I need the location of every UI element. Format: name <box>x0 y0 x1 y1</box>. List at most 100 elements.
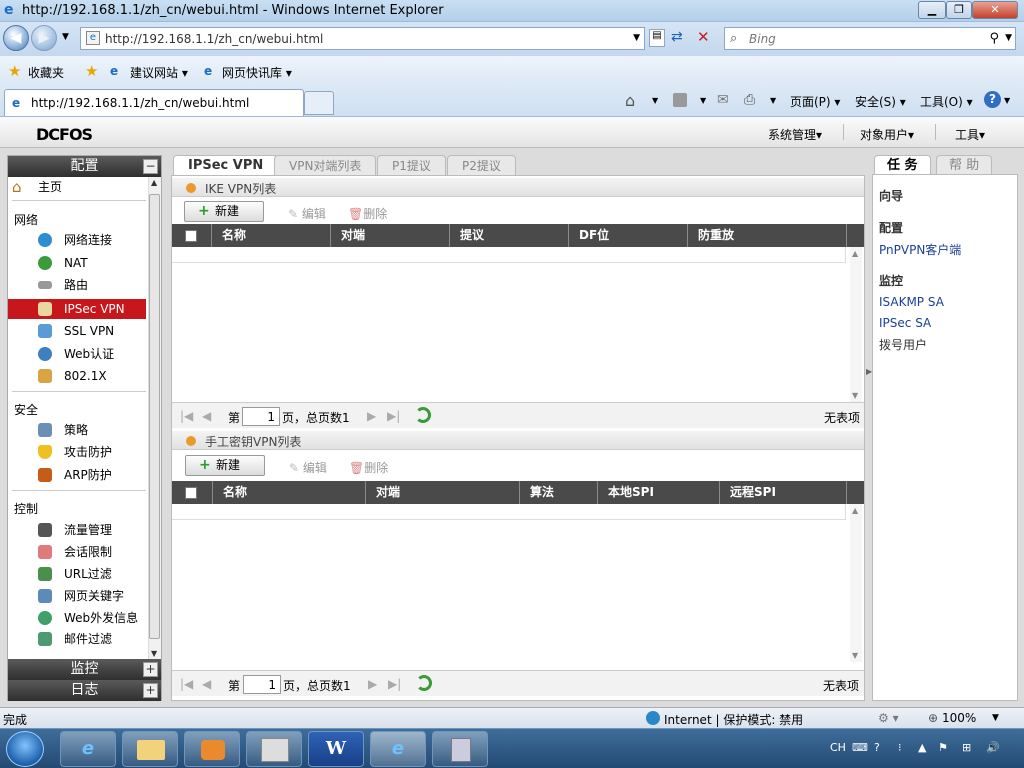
sidebar-item-home[interactable]: ⌂ 主页 <box>8 177 146 197</box>
sidebar-log-header[interactable]: 日志 + <box>8 680 161 701</box>
favorites-button[interactable]: 收藏夹 <box>28 64 64 81</box>
next-page-icon[interactable]: ▶ <box>368 677 377 691</box>
scroll-up-icon[interactable]: ▲ <box>151 178 157 187</box>
expand-icon[interactable]: + <box>143 662 158 677</box>
column-header-peer[interactable]: 对端 <box>331 224 450 247</box>
tab-vpn-peer-list[interactable]: VPN对端列表 <box>274 155 377 175</box>
taskbar-word-button[interactable]: W <box>308 731 364 767</box>
sidebar-scroll-thumb[interactable] <box>149 194 160 639</box>
select-all-checkbox[interactable] <box>185 230 197 242</box>
sidebar-item-ipsec-vpn[interactable]: IPSec VPN <box>8 299 146 319</box>
taskbar-app-button[interactable] <box>246 731 302 767</box>
collapse-icon[interactable]: − <box>143 159 158 174</box>
tab-help[interactable]: 帮 助 <box>936 155 993 174</box>
tab-p2-proposal[interactable]: P2提议 <box>447 155 516 175</box>
ike-delete-button[interactable]: 🗑删除 <box>348 205 387 222</box>
system-management-menu[interactable]: 系统管理▾ <box>768 126 822 143</box>
next-page-icon[interactable]: ▶ <box>367 409 376 423</box>
suggested-sites-link[interactable]: 建议网站 ▾ <box>130 64 188 81</box>
ipsec-sa-link[interactable]: IPSec SA <box>879 316 931 330</box>
print-icon[interactable]: ⎙ <box>744 92 755 108</box>
new-tab-button[interactable] <box>304 91 334 115</box>
pnpvpn-client-link[interactable]: PnPVPN客户端 <box>879 241 961 258</box>
security-zone-text[interactable]: Internet | 保护模式: 禁用 <box>664 711 803 728</box>
search-box[interactable]: ⌕ Bing ⚲ ▼ <box>724 27 1016 50</box>
sidebar-item-traffic-management[interactable]: 流量管理 <box>8 520 146 540</box>
back-button[interactable]: ◀ <box>3 25 29 51</box>
scroll-up-icon[interactable]: ▲ <box>852 249 858 258</box>
page-menu[interactable]: 页面(P) ▾ <box>790 93 840 110</box>
address-bar[interactable]: e http://192.168.1.1/zh_cn/webui.html ▼ <box>80 27 645 50</box>
protected-mode-icon[interactable]: ⚙ ▾ <box>878 711 899 725</box>
help-tray-icon[interactable]: ? <box>874 741 880 754</box>
manual-edit-button[interactable]: ✎ 编辑 <box>289 459 327 476</box>
stop-button[interactable]: ✕ <box>697 28 715 46</box>
tab-tasks[interactable]: 任 务 <box>874 155 931 174</box>
manual-table-scrollbar[interactable]: ▲ ▼ <box>850 504 862 662</box>
column-header-peer[interactable]: 对端 <box>366 481 520 504</box>
ike-table-scrollbar[interactable]: ▲ ▼ <box>850 247 862 402</box>
help-dropdown-icon[interactable]: ▼ <box>1004 96 1010 105</box>
sidebar-item-web-keyword[interactable]: 网页关键字 <box>8 586 146 606</box>
add-favorite-icon[interactable]: ★ <box>85 62 98 80</box>
refresh-icon[interactable] <box>416 675 432 691</box>
print-dropdown-icon[interactable]: ▼ <box>770 96 776 105</box>
column-header-name[interactable]: 名称 <box>213 481 366 504</box>
sidebar-item-arp-defense[interactable]: ARP防护 <box>8 465 146 485</box>
sidebar-item-nat[interactable]: NAT <box>8 253 146 273</box>
sidebar-config-header[interactable]: 配置 − <box>8 156 161 177</box>
column-header-name[interactable]: 名称 <box>212 224 331 247</box>
column-header-df-bit[interactable]: DF位 <box>569 224 688 247</box>
scroll-up-icon[interactable]: ▲ <box>852 506 858 515</box>
sidebar-item-policy[interactable]: 策略 <box>8 420 146 440</box>
scroll-down-icon[interactable]: ▼ <box>852 651 858 660</box>
tools-menu[interactable]: 工具(O) ▾ <box>920 93 973 110</box>
scroll-down-icon[interactable]: ▼ <box>151 649 157 658</box>
refresh-button[interactable]: ⇄ <box>671 29 689 47</box>
page-number-input[interactable]: 1 <box>243 675 281 694</box>
column-header-local-spi[interactable]: 本地SPI <box>598 481 720 504</box>
first-page-icon[interactable]: |◀ <box>180 409 193 423</box>
zoom-dropdown-icon[interactable]: ▼ <box>992 713 999 723</box>
sidebar-item-attack-defense[interactable]: 攻击防护 <box>8 442 146 462</box>
prev-page-icon[interactable]: ◀ <box>202 677 211 691</box>
sidebar-item-routing[interactable]: 路由 <box>8 275 146 295</box>
column-header-proposal[interactable]: 提议 <box>450 224 569 247</box>
help-icon[interactable]: ? <box>984 91 1001 108</box>
address-dropdown-icon[interactable]: ▼ <box>633 33 640 43</box>
sidebar-item-mail-filter[interactable]: 邮件过滤 <box>8 629 146 649</box>
page-number-input[interactable]: 1 <box>242 407 280 426</box>
taskbar-ie-button[interactable]: e <box>60 731 116 767</box>
search-icon[interactable]: ⚲ <box>989 31 999 46</box>
column-header-remote-spi[interactable]: 远程SPI <box>720 481 847 504</box>
first-page-icon[interactable]: |◀ <box>180 677 193 691</box>
sidebar-item-url-filter[interactable]: URL过滤 <box>8 564 146 584</box>
dialup-users-link[interactable]: 拨号用户 <box>879 336 927 353</box>
ike-edit-button[interactable]: ✎ 编辑 <box>288 205 326 222</box>
app-tools-menu[interactable]: 工具▾ <box>955 126 985 143</box>
select-all-checkbox[interactable] <box>185 487 197 499</box>
column-header-anti-replay[interactable]: 防重放 <box>688 224 847 247</box>
feeds-dropdown-icon[interactable]: ▼ <box>700 96 706 105</box>
refresh-icon[interactable] <box>415 407 431 423</box>
expand-icon[interactable]: + <box>143 683 158 698</box>
network-icon[interactable]: ⊞ <box>962 741 971 754</box>
scroll-down-icon[interactable]: ▼ <box>852 391 858 400</box>
tab-ipsec-vpn[interactable]: IPSec VPN <box>173 155 279 175</box>
close-button[interactable]: ✕ <box>972 1 1018 19</box>
keyboard-icon[interactable]: ⌨ <box>852 741 868 754</box>
sidebar-monitor-header[interactable]: 监控 + <box>8 659 161 680</box>
minimize-button[interactable]: ▁ <box>918 1 946 19</box>
sidebar-item-session-limit[interactable]: 会话限制 <box>8 542 146 562</box>
volume-icon[interactable]: 🔊 <box>986 741 1000 754</box>
action-center-icon[interactable]: ⚑ <box>938 741 948 754</box>
last-page-icon[interactable]: ▶| <box>387 409 400 423</box>
safety-menu[interactable]: 安全(S) ▾ <box>855 93 906 110</box>
maximize-button[interactable]: ❐ <box>946 1 972 19</box>
manual-new-button[interactable]: + 新建 <box>185 455 265 476</box>
show-hidden-icons[interactable]: ▲ <box>918 741 926 754</box>
start-button[interactable] <box>6 731 44 767</box>
column-header-algorithm[interactable]: 算法 <box>520 481 598 504</box>
taskbar-calc-button[interactable] <box>432 731 488 767</box>
history-dropdown-icon[interactable]: ▼ <box>62 32 69 42</box>
